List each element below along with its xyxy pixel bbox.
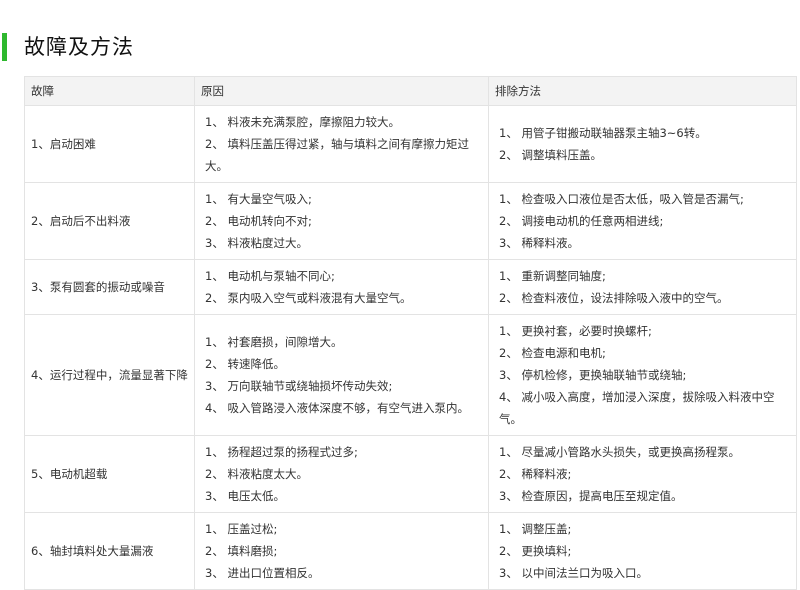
fault-cell: 2、启动后不出料液 bbox=[24, 182, 195, 260]
table-row: 3、泵有圆套的振动或噪音 1、 电动机与泵轴不同心; 2、 泵内吸入空气或料液混有大… bbox=[24, 259, 797, 315]
remedy-item: 2、 调整填料压盖。 bbox=[499, 148, 602, 162]
remedy-cell: 1、 更换衬套，必要时换螺杆; 2、 检查电源和电机; 3、 停机检修，更换轴联轴节… bbox=[488, 314, 797, 436]
cause-item: 1、 电动机与泵轴不同心; bbox=[205, 269, 335, 283]
table-row: 5、电动机超载 1、 扬程超过泵的扬程式过多; 2、 料液粘度太大。 3、 电压太低。… bbox=[24, 435, 797, 513]
cause-item: 1、 扬程超过泵的扬程式过多; bbox=[205, 445, 358, 459]
remedy-item: 4、 减小吸入高度，增加浸入深度，拔除吸入料液中空气。 bbox=[499, 390, 775, 426]
cause-item: 2、 转速降低。 bbox=[205, 357, 285, 371]
remedy-cell: 1、 重新调整同轴度; 2、 检查料液位，设法排除吸入液中的空气。 bbox=[488, 259, 797, 315]
remedy-item: 1、 调整压盖; bbox=[499, 522, 572, 536]
cause-cell: 1、 有大量空气吸入; 2、 电动机转向不对; 3、 料液粘度过大。 bbox=[194, 182, 489, 260]
section-heading: 故障及方法 bbox=[0, 30, 134, 64]
column-header-cause: 原因 bbox=[194, 76, 489, 106]
fault-cell: 5、电动机超载 bbox=[24, 435, 195, 513]
remedy-item: 2、 调接电动机的任意两相进线; bbox=[499, 214, 664, 228]
table-row: 1、启动困难 1、 料液未充满泵腔，摩擦阻力较大。 2、 填料压盖压得过紧，轴与填料… bbox=[24, 105, 797, 183]
cause-cell: 1、 扬程超过泵的扬程式过多; 2、 料液粘度太大。 3、 电压太低。 bbox=[194, 435, 489, 513]
cause-cell: 1、 衬套磨损，间隙增大。 2、 转速降低。 3、 万向联轴节或绕轴损坏传动失效; 4… bbox=[194, 314, 489, 436]
remedy-item: 2、 稀释料液; bbox=[499, 467, 572, 481]
fault-table: 故障 原因 排除方法 1、启动困难 1、 料液未充满泵腔，摩擦阻力较大。 2、 填料… bbox=[24, 76, 797, 590]
fault-cell: 4、运行过程中，流量显著下降 bbox=[24, 314, 195, 436]
table-row: 6、轴封填料处大量漏液 1、 压盖过松; 2、 填料磨损; 3、 进出口位置相反。 1、… bbox=[24, 512, 797, 590]
remedy-item: 1、 检查吸入口液位是否太低，吸入管是否漏气; bbox=[499, 192, 744, 206]
cause-item: 4、 吸入管路浸入液体深度不够，有空气进入泵内。 bbox=[205, 401, 469, 415]
fault-cell: 3、泵有圆套的振动或噪音 bbox=[24, 259, 195, 315]
remedy-item: 2、 检查电源和电机; bbox=[499, 346, 606, 360]
page-title: 故障及方法 bbox=[24, 35, 134, 59]
remedy-item: 1、 尽量减小管路水头损失，或更换高扬程泵。 bbox=[499, 445, 740, 459]
cause-item: 3、 万向联轴节或绕轴损坏传动失效; bbox=[205, 379, 393, 393]
cause-item: 1、 衬套磨损，间隙增大。 bbox=[205, 335, 343, 349]
cause-cell: 1、 料液未充满泵腔，摩擦阻力较大。 2、 填料压盖压得过紧，轴与填料之间有摩擦力… bbox=[194, 105, 489, 183]
remedy-item: 3、 以中间法兰口为吸入口。 bbox=[499, 566, 648, 580]
remedy-item: 1、 重新调整同轴度; bbox=[499, 269, 606, 283]
remedy-cell: 1、 检查吸入口液位是否太低，吸入管是否漏气; 2、 调接电动机的任意两相进线; 3… bbox=[488, 182, 797, 260]
cause-cell: 1、 电动机与泵轴不同心; 2、 泵内吸入空气或料液混有大量空气。 bbox=[194, 259, 489, 315]
remedy-cell: 1、 调整压盖; 2、 更换填料; 3、 以中间法兰口为吸入口。 bbox=[488, 512, 797, 590]
remedy-cell: 1、 用管子钳搬动联轴器泵主轴3~6转。 2、 调整填料压盖。 bbox=[488, 105, 797, 183]
table-row: 2、启动后不出料液 1、 有大量空气吸入; 2、 电动机转向不对; 3、 料液粘度过大… bbox=[24, 182, 797, 260]
fault-cell: 1、启动困难 bbox=[24, 105, 195, 183]
heading-accent-bar bbox=[2, 33, 7, 61]
remedy-item: 1、 更换衬套，必要时换螺杆; bbox=[499, 324, 652, 338]
cause-item: 1、 有大量空气吸入; bbox=[205, 192, 312, 206]
cause-item: 2、 填料压盖压得过紧，轴与填料之间有摩擦力矩过大。 bbox=[205, 137, 469, 173]
column-header-remedy: 排除方法 bbox=[488, 76, 797, 106]
remedy-cell: 1、 尽量减小管路水头损失，或更换高扬程泵。 2、 稀释料液; 3、 检查原因，提高… bbox=[488, 435, 797, 513]
cause-item: 1、 压盖过松; bbox=[205, 522, 278, 536]
fault-cell: 6、轴封填料处大量漏液 bbox=[24, 512, 195, 590]
cause-item: 2、 填料磨损; bbox=[205, 544, 278, 558]
cause-item: 3、 电压太低。 bbox=[205, 489, 285, 503]
remedy-item: 3、 停机检修，更换轴联轴节或绕轴; bbox=[499, 368, 687, 382]
cause-item: 1、 料液未充满泵腔，摩擦阻力较大。 bbox=[205, 115, 400, 129]
remedy-item: 3、 稀释料液。 bbox=[499, 236, 579, 250]
cause-item: 2、 泵内吸入空气或料液混有大量空气。 bbox=[205, 291, 412, 305]
remedy-item: 3、 检查原因，提高电压至规定值。 bbox=[499, 489, 683, 503]
remedy-item: 1、 用管子钳搬动联轴器泵主轴3~6转。 bbox=[499, 126, 707, 140]
table-header-row: 故障 原因 排除方法 bbox=[24, 76, 797, 106]
remedy-item: 2、 检查料液位，设法排除吸入液中的空气。 bbox=[499, 291, 729, 305]
table-row: 4、运行过程中，流量显著下降 1、 衬套磨损，间隙增大。 2、 转速降低。 3、 万向… bbox=[24, 314, 797, 436]
cause-item: 3、 料液粘度过大。 bbox=[205, 236, 308, 250]
cause-item: 2、 料液粘度太大。 bbox=[205, 467, 308, 481]
column-header-fault: 故障 bbox=[24, 76, 195, 106]
cause-item: 2、 电动机转向不对; bbox=[205, 214, 312, 228]
remedy-item: 2、 更换填料; bbox=[499, 544, 572, 558]
cause-cell: 1、 压盖过松; 2、 填料磨损; 3、 进出口位置相反。 bbox=[194, 512, 489, 590]
cause-item: 3、 进出口位置相反。 bbox=[205, 566, 320, 580]
